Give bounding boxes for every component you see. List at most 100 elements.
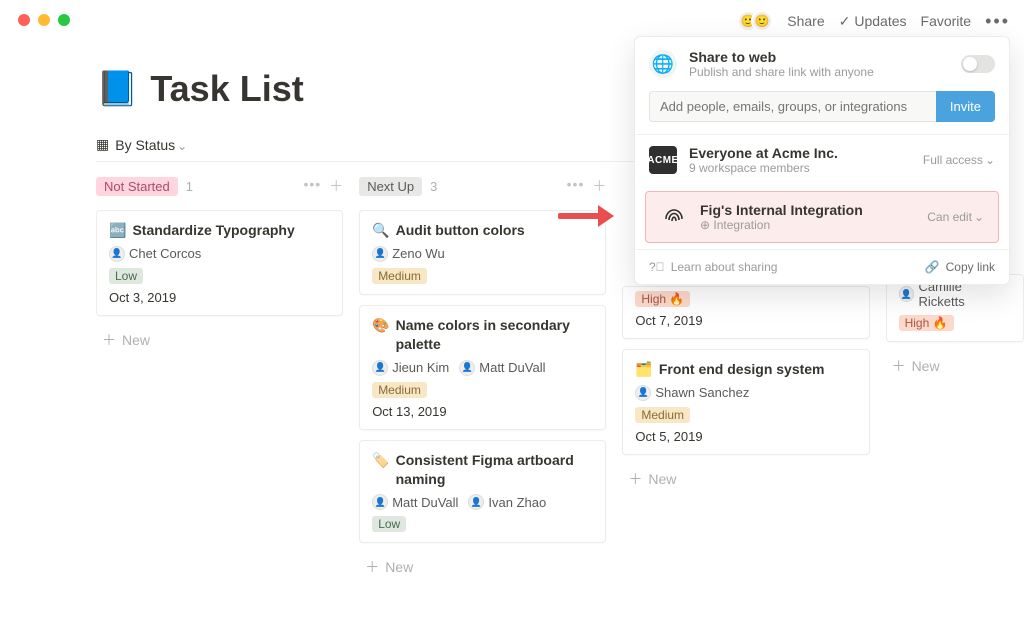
avatar-icon: 👤	[372, 246, 388, 262]
view-name: By Status	[115, 137, 187, 153]
card-date: Oct 5, 2019	[635, 429, 856, 444]
avatar: 🙂	[751, 10, 773, 32]
avatar-icon: 👤	[468, 494, 484, 510]
add-card-button[interactable]: ＋New	[622, 465, 869, 493]
callout-arrow-icon	[558, 198, 614, 240]
page-icon[interactable]: 📘	[96, 69, 138, 109]
column-header: Next Up 3 ••• ＋	[359, 172, 606, 200]
learn-sharing-link[interactable]: Learn about sharing	[671, 260, 778, 274]
plus-icon: ＋	[365, 557, 379, 577]
priority-tag: Medium	[635, 407, 690, 423]
integration-subtitle: ⊕ Integration	[700, 218, 863, 232]
share-web-toggle[interactable]	[961, 55, 995, 73]
assignee-name: Ivan Zhao	[488, 495, 546, 510]
card-icon: 🔤	[109, 221, 126, 240]
column-header: Not Started 1 ••• ＋	[96, 172, 343, 200]
close-window-button[interactable]	[18, 14, 30, 26]
card-title: Front end design system	[659, 360, 825, 379]
new-label: New	[912, 358, 940, 374]
column-count: 1	[186, 179, 193, 194]
task-card[interactable]: 🔤 Standardize Typography 👤Chet Corcos Lo…	[96, 210, 343, 316]
link-icon: 🔗	[925, 260, 940, 274]
permission-selector[interactable]: Full access⌄	[923, 153, 995, 167]
minimize-window-button[interactable]	[38, 14, 50, 26]
check-icon: ✓	[839, 13, 851, 30]
status-pill[interactable]: Next Up	[359, 177, 422, 196]
copy-link-button[interactable]: Copy link	[946, 260, 995, 274]
plus-circle-icon: ⊕	[700, 218, 710, 232]
more-menu-button[interactable]: •••	[985, 11, 1010, 32]
new-label: New	[385, 559, 413, 575]
board-icon: ▦	[96, 136, 109, 153]
card-icon: 🎨	[372, 316, 389, 335]
card-title: Consistent Figma artboard naming	[396, 451, 594, 489]
chevron-down-icon: ⌄	[985, 153, 995, 167]
task-card[interactable]: 🏷️ Consistent Figma artboard naming 👤 Mat…	[359, 440, 606, 544]
priority-tag: Medium	[372, 382, 427, 398]
card-date: Oct 3, 2019	[109, 290, 330, 305]
assignee-name: Jieun Kim	[392, 360, 449, 375]
share-button[interactable]: Share	[787, 13, 824, 29]
avatar-icon: 👤	[372, 360, 388, 376]
invite-button[interactable]: Invite	[936, 91, 995, 122]
column-add-icon[interactable]: ＋	[592, 176, 606, 196]
share-to-web-row: 🌐 Share to web Publish and share link wi…	[635, 37, 1009, 91]
column-add-icon[interactable]: ＋	[329, 176, 343, 196]
invite-input[interactable]	[649, 91, 936, 122]
share-web-title: Share to web	[689, 49, 874, 65]
add-card-button[interactable]: ＋ New	[359, 553, 606, 581]
plus-icon: ＋	[892, 356, 906, 376]
column-more-icon[interactable]: •••	[303, 176, 321, 196]
card-date: Oct 13, 2019	[372, 404, 593, 419]
task-card[interactable]: High 🔥 Oct 7, 2019	[622, 286, 869, 339]
chevron-down-icon: ⌄	[974, 210, 984, 224]
plus-icon: ＋	[102, 330, 116, 350]
favorite-button[interactable]: Favorite	[921, 13, 972, 29]
task-card[interactable]: 🎨 Name colors in secondary palette 👤Jieu…	[359, 305, 606, 430]
add-card-button[interactable]: ＋ New	[96, 326, 343, 354]
maximize-window-button[interactable]	[58, 14, 70, 26]
member-subtitle: 9 workspace members	[689, 161, 838, 175]
window-controls	[18, 14, 70, 26]
member-title: Everyone at Acme Inc.	[689, 145, 838, 161]
assignee-name: Shawn Sanchez	[655, 385, 749, 400]
add-card-button[interactable]: ＋ New	[886, 352, 1024, 380]
new-label: New	[122, 332, 150, 348]
share-member-row-integration[interactable]: Fig's Internal Integration ⊕ Integration…	[645, 191, 999, 243]
card-date: Oct 7, 2019	[635, 313, 856, 328]
topbar: 🙂 🙂 Share ✓ Updates Favorite •••	[737, 10, 1010, 32]
avatar-icon: 👤	[372, 494, 388, 510]
share-panel: 🌐 Share to web Publish and share link wi…	[634, 36, 1010, 285]
new-label: New	[648, 471, 676, 487]
status-pill[interactable]: Not Started	[96, 177, 178, 196]
assignee-name: Chet Corcos	[129, 246, 201, 261]
permission-selector[interactable]: Can edit⌄	[927, 210, 984, 224]
avatar-icon: 👤	[635, 385, 651, 401]
view-selector[interactable]: ▦ By Status	[96, 136, 187, 153]
column-more-icon[interactable]: •••	[567, 176, 585, 196]
invite-row: Invite	[635, 91, 1009, 134]
integration-title: Fig's Internal Integration	[700, 202, 863, 218]
fingerprint-icon	[660, 203, 688, 231]
workspace-badge-icon: ACME	[649, 146, 677, 174]
page-title[interactable]: Task List	[150, 68, 303, 110]
help-icon: ?⃝	[649, 260, 665, 274]
task-card[interactable]: 🗂️ Front end design system 👤Shawn Sanche…	[622, 349, 869, 455]
avatar-icon: 👤	[899, 286, 915, 302]
assignee-name: Zeno Wu	[392, 246, 445, 261]
share-web-subtitle: Publish and share link with anyone	[689, 65, 874, 79]
column-count: 3	[430, 179, 437, 194]
assignee-name: Matt DuVall	[392, 495, 458, 510]
updates-button[interactable]: ✓ Updates	[839, 13, 907, 30]
priority-tag: High 🔥	[899, 315, 954, 331]
priority-tag: Low	[109, 268, 143, 284]
board-column-not-started: Not Started 1 ••• ＋ 🔤 Standardize Typogr…	[96, 172, 343, 354]
presence-avatars[interactable]: 🙂 🙂	[737, 10, 773, 32]
avatar-icon: 👤	[109, 246, 125, 262]
card-icon: 🏷️	[372, 451, 389, 470]
card-title: Audit button colors	[396, 221, 525, 240]
priority-tag: Low	[372, 516, 406, 532]
priority-tag: High 🔥	[635, 291, 690, 307]
priority-tag: Medium	[372, 268, 427, 284]
share-member-row-everyone[interactable]: ACME Everyone at Acme Inc. 9 workspace m…	[635, 134, 1009, 185]
